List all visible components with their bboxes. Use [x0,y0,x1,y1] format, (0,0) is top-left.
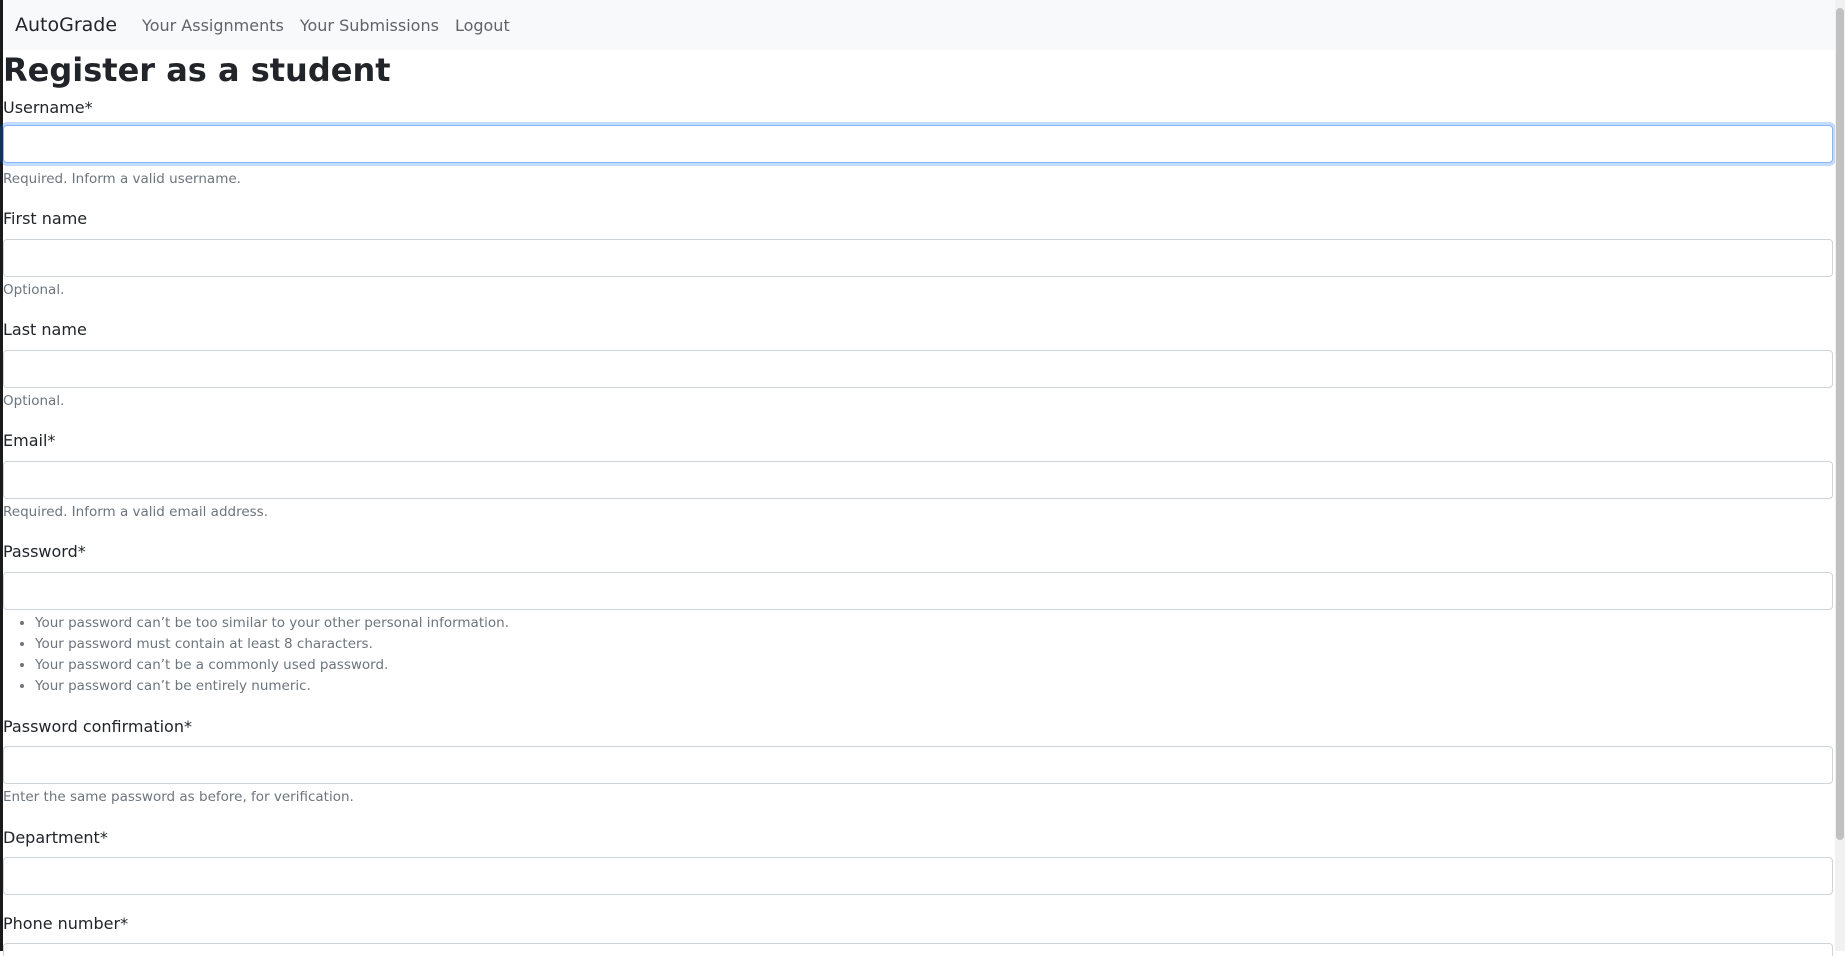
password-help-item: Your password can’t be a commonly used p… [35,655,509,676]
password-confirmation-label: Password confirmation* [3,717,192,736]
password-help-list: Your password can’t be too similar to yo… [3,613,509,697]
page-title: Register as a student [3,51,391,89]
username-label: Username* [3,98,93,117]
nav-link-your-assignments[interactable]: Your Assignments [142,16,284,35]
first-name-label: First name [3,209,88,228]
username-input[interactable] [3,125,1833,163]
scrollbar-thumb[interactable] [1836,8,1844,840]
scrollbar[interactable] [1835,0,1845,951]
password-help-item: Your password can’t be entirely numeric. [35,676,509,697]
password-confirmation-input[interactable] [3,746,1833,784]
password-input[interactable] [3,572,1833,610]
brand-link[interactable]: AutoGrade [15,14,117,36]
phone-number-input[interactable] [3,943,1833,956]
password-help-item: Your password can’t be too similar to yo… [35,613,509,634]
nav-link-logout[interactable]: Logout [455,16,510,35]
email-help: Required. Inform a valid email address. [3,504,269,520]
last-name-help: Optional. [3,393,65,409]
password-confirmation-help: Enter the same password as before, for v… [3,789,354,805]
password-label: Password* [3,542,86,561]
email-input[interactable] [3,461,1833,499]
department-label: Department* [3,828,108,847]
password-help-item: Your password must contain at least 8 ch… [35,634,509,655]
nav-link-your-submissions[interactable]: Your Submissions [300,16,439,35]
last-name-input[interactable] [3,350,1833,388]
username-help: Required. Inform a valid username. [3,171,241,187]
last-name-label: Last name [3,320,87,339]
first-name-input[interactable] [3,239,1833,277]
phone-number-label: Phone number* [3,914,129,933]
email-label: Email* [3,431,56,450]
navbar: AutoGrade Your Assignments Your Submissi… [3,0,1835,50]
first-name-help: Optional. [3,282,65,298]
department-input[interactable] [3,857,1833,895]
